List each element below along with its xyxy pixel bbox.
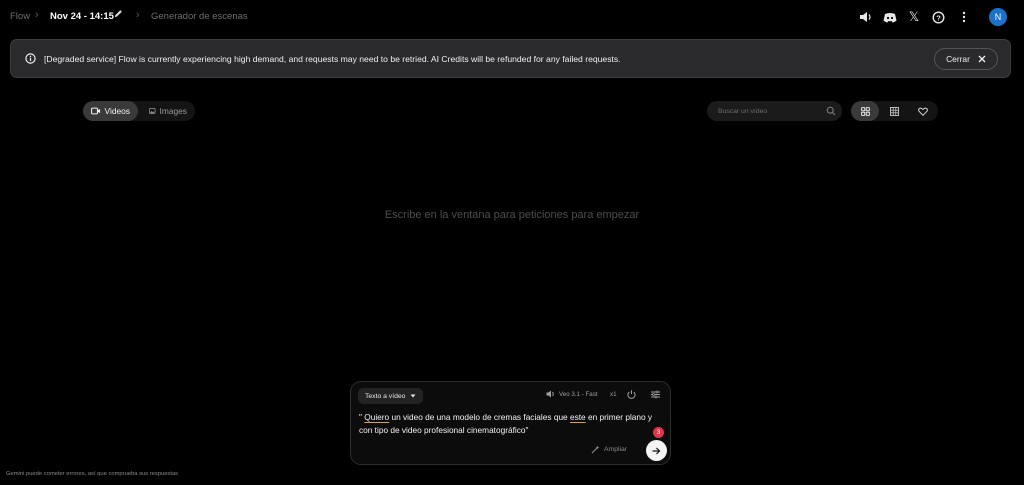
more-vert-icon[interactable] xyxy=(956,9,972,25)
search-icon[interactable] xyxy=(826,106,836,116)
announcement-icon[interactable] xyxy=(857,9,873,25)
close-button-label: Cerrar xyxy=(946,54,970,64)
breadcrumb-scene[interactable]: Generador de escenas xyxy=(151,11,248,22)
expand-prompt-button[interactable]: Ampliar xyxy=(591,445,627,454)
avatar[interactable]: N xyxy=(989,8,1007,26)
image-icon xyxy=(149,108,156,114)
send-button[interactable] xyxy=(646,440,667,461)
video-icon xyxy=(91,107,101,115)
generation-mode-label: Texto a vídeo xyxy=(365,392,406,400)
degraded-service-banner: [Degraded service] Flow is currently exp… xyxy=(10,39,1011,78)
tab-images-label: Images xyxy=(159,106,187,116)
close-icon xyxy=(978,55,986,63)
top-bar: Flow › Nov 24 - 14:15 › Generador de esc… xyxy=(0,0,1024,34)
grid-view-button[interactable] xyxy=(851,101,879,121)
prompt-text: un video de una modelo de cremas faciale… xyxy=(389,412,570,422)
breadcrumb-project[interactable]: Nov 24 - 14:15 xyxy=(50,11,114,22)
heart-icon xyxy=(918,107,928,116)
disclaimer-footer: Gemini puede cometer errores, así que co… xyxy=(6,471,179,477)
breadcrumb-flow[interactable]: Flow xyxy=(10,11,30,22)
banner-message: [Degraded service] Flow is currently exp… xyxy=(44,54,621,64)
chevron-down-icon xyxy=(410,394,416,398)
speed-icon xyxy=(546,390,554,398)
help-icon[interactable]: ? xyxy=(930,9,946,25)
chevron-right-icon: › xyxy=(136,9,140,21)
grid-icon xyxy=(860,106,870,116)
model-selector[interactable]: Veo 3.1 - Fast xyxy=(546,390,598,398)
empty-state-message: Escribe en la ventana para peticiones pa… xyxy=(384,209,640,221)
prompt-text-flagged: este xyxy=(569,412,586,422)
power-icon[interactable] xyxy=(626,389,637,400)
dense-grid-view-button[interactable] xyxy=(880,101,908,121)
arrow-right-icon xyxy=(652,447,661,454)
favorites-button[interactable] xyxy=(909,101,937,121)
view-mode-toggle xyxy=(851,101,938,121)
chevron-right-icon: › xyxy=(35,9,39,21)
model-label: Veo 3.1 - Fast xyxy=(559,390,598,398)
video-search xyxy=(707,101,842,121)
discord-icon[interactable] xyxy=(882,9,898,25)
prompt-composer: Texto a vídeo Veo 3.1 - Fast x1 " Quiero… xyxy=(350,381,671,465)
prompt-text-flagged: Quiero xyxy=(364,412,390,422)
grid-dense-icon xyxy=(889,106,899,116)
edit-icon[interactable] xyxy=(114,9,123,21)
info-icon xyxy=(25,53,36,64)
tab-videos-label: Videos xyxy=(104,106,130,116)
tab-videos[interactable]: Videos xyxy=(83,101,138,121)
search-input[interactable] xyxy=(707,101,822,121)
settings-sliders-icon[interactable] xyxy=(650,389,661,400)
media-type-toggle: Videos Images xyxy=(83,101,195,121)
expand-prompt-label: Ampliar xyxy=(604,446,628,453)
svg-text:?: ? xyxy=(936,13,941,22)
x-logo-icon[interactable]: 𝕏 xyxy=(906,9,922,25)
spelling-issues-badge[interactable]: 3 xyxy=(653,427,664,438)
tab-images[interactable]: Images xyxy=(141,101,195,121)
close-banner-button[interactable]: Cerrar xyxy=(934,48,998,70)
generation-mode-dropdown[interactable]: Texto a vídeo xyxy=(358,388,424,404)
magic-wand-icon xyxy=(591,445,600,454)
output-count[interactable]: x1 xyxy=(610,391,617,398)
prompt-textarea[interactable]: " Quiero un video de una modelo de crema… xyxy=(359,411,664,437)
prompt-text: " xyxy=(525,425,529,435)
